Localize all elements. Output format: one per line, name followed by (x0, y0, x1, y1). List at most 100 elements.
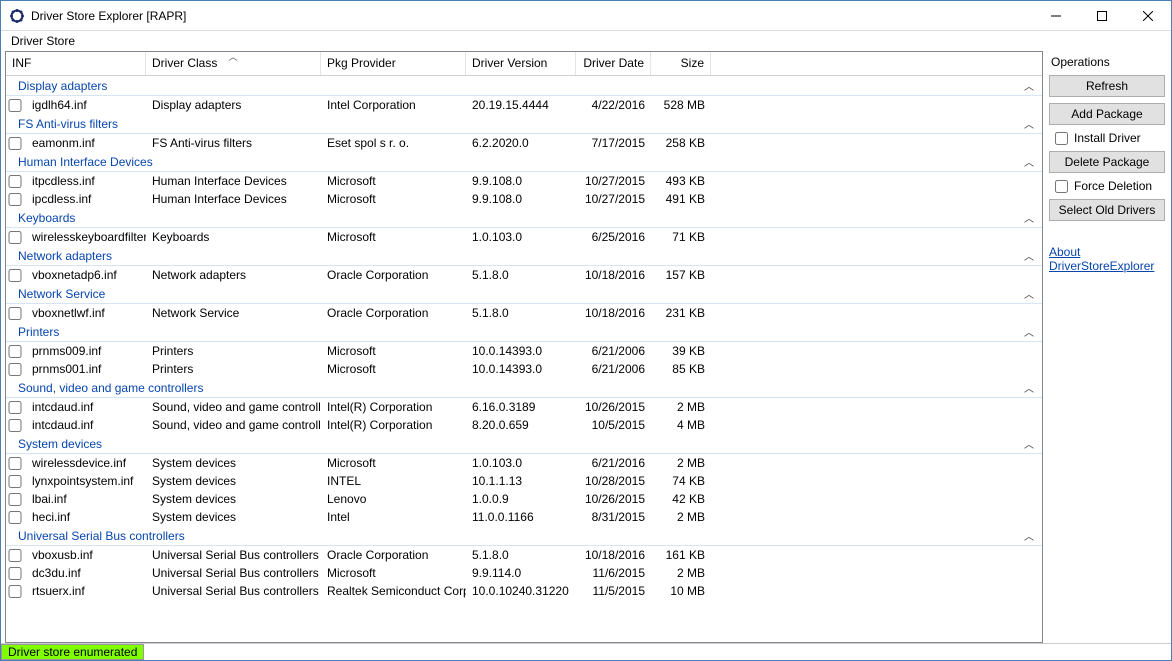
row-checkbox[interactable] (8, 549, 22, 562)
group-header[interactable]: Network adapters︿ (6, 246, 1042, 266)
table-row[interactable]: vboxusb.infUniversal Serial Bus controll… (6, 546, 1042, 564)
table-row[interactable]: heci.infSystem devicesIntel11.0.0.11668/… (6, 508, 1042, 526)
group-name: Keyboards (18, 211, 75, 225)
group-header[interactable]: Keyboards ︿ (6, 208, 1042, 228)
chevron-up-icon: ︿ (1024, 78, 1034, 93)
cell-size: 39 KB (651, 344, 711, 358)
table-row[interactable]: prnms001.infPrintersMicrosoft10.0.14393.… (6, 360, 1042, 378)
group-name: Universal Serial Bus controllers (18, 529, 185, 543)
cell-size: 161 KB (651, 548, 711, 562)
row-checkbox[interactable] (8, 511, 22, 524)
chevron-up-icon: ︿ (1024, 210, 1034, 225)
table-row[interactable]: ipcdless.infHuman Interface DevicesMicro… (6, 190, 1042, 208)
row-checkbox[interactable] (8, 193, 22, 206)
group-header[interactable]: System devices︿ (6, 434, 1042, 454)
column-header-class[interactable]: ︿Driver Class (146, 52, 321, 75)
row-checkbox[interactable] (8, 231, 22, 244)
cell-inf: rtsuerx.inf (26, 584, 146, 598)
group-header[interactable]: Display adapters︿ (6, 76, 1042, 96)
row-checkbox[interactable] (8, 493, 22, 506)
cell-class: System devices (146, 456, 321, 470)
table-row[interactable]: vboxnetlwf.infNetwork ServiceOracle Corp… (6, 304, 1042, 322)
row-checkbox[interactable] (8, 457, 22, 470)
group-header[interactable]: Sound, video and game controllers︿ (6, 378, 1042, 398)
add-package-button[interactable]: Add Package (1049, 103, 1165, 125)
cell-inf: vboxnetlwf.inf (26, 306, 146, 320)
table-row[interactable]: igdlh64.infDisplay adaptersIntel Corpora… (6, 96, 1042, 114)
cell-provider: Microsoft (321, 456, 466, 470)
table-row[interactable]: dc3du.infUniversal Serial Bus controller… (6, 564, 1042, 582)
maximize-button[interactable] (1079, 1, 1125, 30)
table-row[interactable]: rtsuerx.infUniversal Serial Bus controll… (6, 582, 1042, 600)
row-checkbox[interactable] (8, 99, 22, 112)
cell-provider: Eset spol s r. o. (321, 136, 466, 150)
install-driver-checkbox[interactable] (1055, 132, 1068, 145)
about-link[interactable]: About DriverStoreExplorer (1049, 245, 1165, 273)
select-old-drivers-button[interactable]: Select Old Drivers (1049, 199, 1165, 221)
table-row[interactable]: intcdaud.infSound, video and game contro… (6, 398, 1042, 416)
app-icon (9, 8, 25, 24)
refresh-button[interactable]: Refresh (1049, 75, 1165, 97)
status-text: Driver store enumerated (1, 644, 144, 660)
cell-provider: INTEL (321, 474, 466, 488)
chevron-up-icon: ︿ (1024, 436, 1034, 451)
table-row[interactable]: eamonm.infFS Anti-virus filtersEset spol… (6, 134, 1042, 152)
cell-inf: wirelessdevice.inf (26, 456, 146, 470)
group-header[interactable]: Network Service︿ (6, 284, 1042, 304)
cell-date: 10/27/2015 (576, 174, 651, 188)
group-header[interactable]: Universal Serial Bus controllers︿ (6, 526, 1042, 546)
table-row[interactable]: wirelesskeyboardfilter.infKeyboardsMicro… (6, 228, 1042, 246)
row-checkbox[interactable] (8, 269, 22, 282)
table-row[interactable]: itpcdless.infHuman Interface DevicesMicr… (6, 172, 1042, 190)
cell-provider: Intel(R) Corporation (321, 418, 466, 432)
cell-provider: Lenovo (321, 492, 466, 506)
cell-provider: Intel(R) Corporation (321, 400, 466, 414)
window-title: Driver Store Explorer [RAPR] (31, 9, 1033, 23)
row-checkbox[interactable] (8, 475, 22, 488)
row-checkbox[interactable] (8, 401, 22, 414)
cell-version: 9.9.114.0 (466, 566, 576, 580)
chevron-up-icon: ︿ (1024, 286, 1034, 301)
group-header[interactable]: FS Anti-virus filters︿ (6, 114, 1042, 134)
column-header-size[interactable]: Size (651, 52, 711, 75)
minimize-button[interactable] (1033, 1, 1079, 30)
table-row[interactable]: lynxpointsystem.infSystem devicesINTEL10… (6, 472, 1042, 490)
cell-class: Human Interface Devices (146, 192, 321, 206)
row-checkbox[interactable] (8, 307, 22, 320)
row-checkbox[interactable] (8, 175, 22, 188)
row-checkbox[interactable] (8, 345, 22, 358)
column-header-version[interactable]: Driver Version (466, 52, 576, 75)
cell-date: 11/5/2015 (576, 584, 651, 598)
group-name: Printers (18, 325, 59, 339)
table-row[interactable]: vboxnetadp6.infNetwork adaptersOracle Co… (6, 266, 1042, 284)
column-header-provider[interactable]: Pkg Provider (321, 52, 466, 75)
cell-inf: prnms009.inf (26, 344, 146, 358)
cell-inf: ipcdless.inf (26, 192, 146, 206)
group-name: FS Anti-virus filters (18, 117, 118, 131)
row-checkbox[interactable] (8, 137, 22, 150)
cell-class: Keyboards (146, 230, 321, 244)
cell-date: 11/6/2015 (576, 566, 651, 580)
force-deletion-checkbox[interactable] (1055, 180, 1068, 193)
cell-size: 231 KB (651, 306, 711, 320)
list-body[interactable]: Display adapters︿igdlh64.infDisplay adap… (6, 76, 1042, 642)
row-checkbox[interactable] (8, 585, 22, 598)
cell-inf: intcdaud.inf (26, 400, 146, 414)
column-header-inf[interactable]: INF (6, 52, 146, 75)
group-header[interactable]: Printers︿ (6, 322, 1042, 342)
delete-package-button[interactable]: Delete Package (1049, 151, 1165, 173)
table-row[interactable]: intcdaud.infSound, video and game contro… (6, 416, 1042, 434)
close-button[interactable] (1125, 1, 1171, 30)
table-row[interactable]: wirelessdevice.infSystem devicesMicrosof… (6, 454, 1042, 472)
row-checkbox[interactable] (8, 363, 22, 376)
column-header-date[interactable]: Driver Date (576, 52, 651, 75)
menu-driver-store[interactable]: Driver Store (5, 32, 81, 50)
row-checkbox[interactable] (8, 419, 22, 432)
cell-class: FS Anti-virus filters (146, 136, 321, 150)
cell-inf: prnms001.inf (26, 362, 146, 376)
table-row[interactable]: prnms009.infPrintersMicrosoft10.0.14393.… (6, 342, 1042, 360)
cell-class: Printers (146, 344, 321, 358)
table-row[interactable]: lbai.infSystem devicesLenovo1.0.0.910/26… (6, 490, 1042, 508)
row-checkbox[interactable] (8, 567, 22, 580)
group-header[interactable]: Human Interface Devices︿ (6, 152, 1042, 172)
